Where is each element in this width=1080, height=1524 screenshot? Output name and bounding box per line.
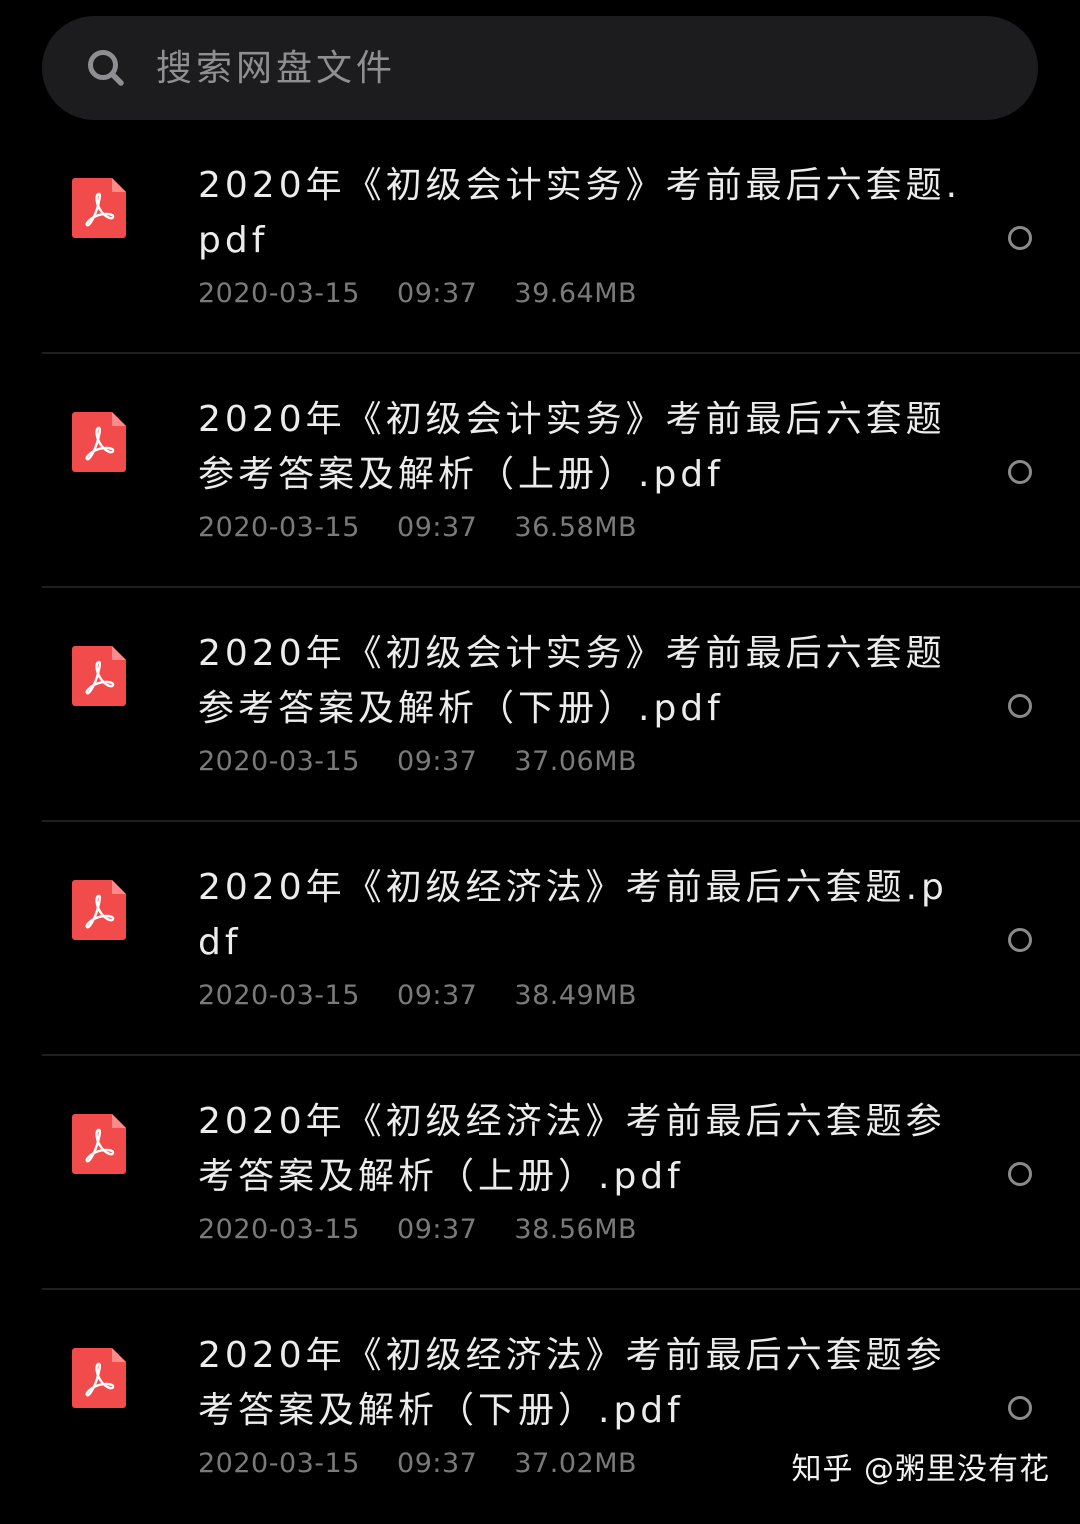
file-row[interactable]: 2020年《初级经济法》考前最后六套题参考答案及解析（下册）.pdf 2020-… <box>0 1290 1080 1524</box>
pdf-icon <box>72 178 126 238</box>
pdf-icon <box>72 646 126 706</box>
file-time: 09:37 <box>397 980 478 1011</box>
file-time: 09:37 <box>397 1214 478 1245</box>
search-input[interactable] <box>156 38 916 98</box>
search-bar[interactable] <box>42 16 1038 120</box>
select-radio[interactable] <box>1008 694 1032 718</box>
file-row[interactable]: 2020年《初级会计实务》考前最后六套题参考答案及解析（上册）.pdf 2020… <box>0 354 1080 588</box>
file-meta: 2020-03-15 09:37 37.06MB <box>198 746 637 777</box>
file-date: 2020-03-15 <box>198 746 360 777</box>
file-meta: 2020-03-15 09:37 38.49MB <box>198 980 637 1011</box>
file-name: 2020年《初级会计实务》考前最后六套题参考答案及解析（上册）.pdf <box>198 399 946 495</box>
file-name: 2020年《初级经济法》考前最后六套题.pdf <box>198 867 948 963</box>
file-meta: 2020-03-15 09:37 37.02MB <box>198 1448 637 1479</box>
file-time: 09:37 <box>397 512 478 543</box>
file-name: 2020年《初级会计实务》考前最后六套题参考答案及解析（下册）.pdf <box>198 633 946 729</box>
file-size: 37.06MB <box>514 746 638 777</box>
file-row[interactable]: 2020年《初级会计实务》考前最后六套题.pdf 2020-03-15 09:3… <box>0 120 1080 354</box>
file-time: 09:37 <box>397 1448 478 1479</box>
select-radio[interactable] <box>1008 1162 1032 1186</box>
watermark: 知乎 @粥里没有花 <box>791 1452 1050 1487</box>
file-name: 2020年《初级会计实务》考前最后六套题.pdf <box>198 165 962 261</box>
file-meta: 2020-03-15 09:37 38.56MB <box>198 1214 637 1245</box>
file-meta: 2020-03-15 09:37 36.58MB <box>198 512 637 543</box>
file-row[interactable]: 2020年《初级经济法》考前最后六套题参考答案及解析（上册）.pdf 2020-… <box>0 1056 1080 1290</box>
select-radio[interactable] <box>1008 460 1032 484</box>
file-date: 2020-03-15 <box>198 980 360 1011</box>
file-row[interactable]: 2020年《初级经济法》考前最后六套题.pdf 2020-03-15 09:37… <box>0 822 1080 1056</box>
file-name: 2020年《初级经济法》考前最后六套题参考答案及解析（上册）.pdf <box>198 1101 946 1197</box>
pdf-icon <box>72 1114 126 1174</box>
file-meta: 2020-03-15 09:37 39.64MB <box>198 278 637 309</box>
pdf-icon <box>72 412 126 472</box>
file-date: 2020-03-15 <box>198 1448 360 1479</box>
select-radio[interactable] <box>1008 928 1032 952</box>
file-row[interactable]: 2020年《初级会计实务》考前最后六套题参考答案及解析（下册）.pdf 2020… <box>0 588 1080 822</box>
select-radio[interactable] <box>1008 1396 1032 1420</box>
file-size: 37.02MB <box>514 1448 638 1479</box>
file-time: 09:37 <box>397 746 478 777</box>
search-icon <box>86 48 126 88</box>
file-date: 2020-03-15 <box>198 1214 360 1245</box>
pdf-icon <box>72 880 126 940</box>
file-size: 38.49MB <box>514 980 638 1011</box>
select-radio[interactable] <box>1008 226 1032 250</box>
file-date: 2020-03-15 <box>198 278 360 309</box>
file-size: 38.56MB <box>514 1214 638 1245</box>
file-size: 39.64MB <box>514 278 638 309</box>
pdf-icon <box>72 1348 126 1408</box>
file-name: 2020年《初级经济法》考前最后六套题参考答案及解析（下册）.pdf <box>198 1335 946 1431</box>
file-date: 2020-03-15 <box>198 512 360 543</box>
file-size: 36.58MB <box>514 512 638 543</box>
file-time: 09:37 <box>397 278 478 309</box>
